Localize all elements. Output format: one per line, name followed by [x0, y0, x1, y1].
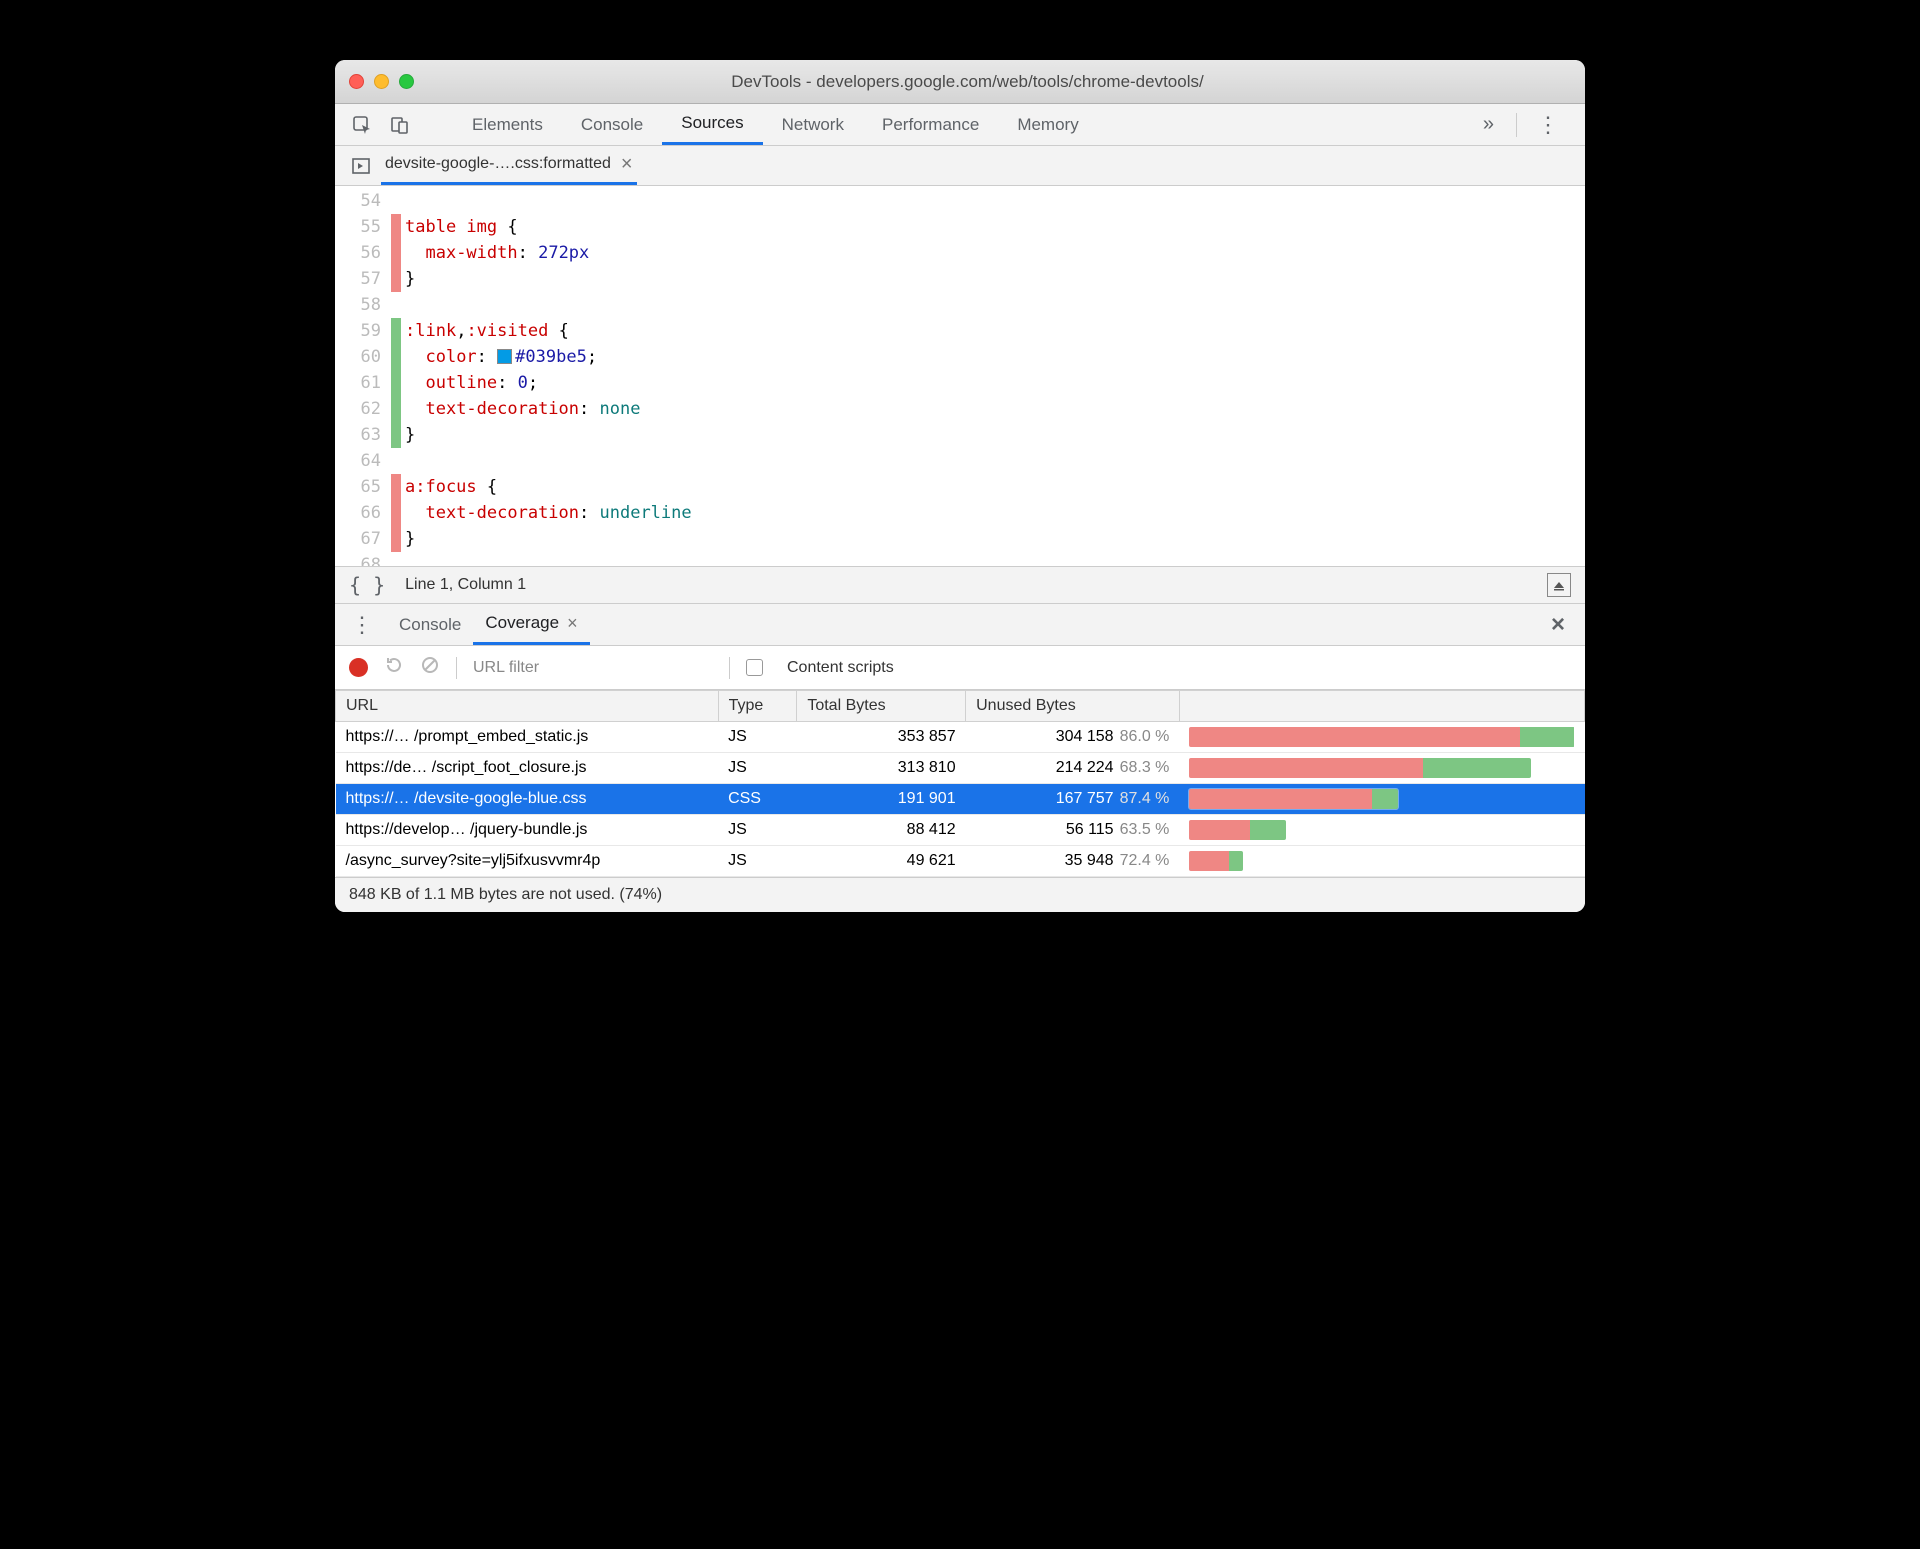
code-editor[interactable]: 545556575859606162636465666768 table img… [335, 186, 1585, 566]
drawer-tab-coverage[interactable]: Coverage× [473, 604, 589, 645]
inspect-icon[interactable] [347, 110, 377, 140]
cell-url: /async_survey?site=ylj5ifxusvvmr4p [336, 846, 719, 877]
drawer-tab-console[interactable]: Console [387, 604, 473, 645]
cell-unused: 35 94872.4 % [966, 846, 1180, 877]
record-button[interactable] [349, 658, 368, 677]
cell-url: https://… /devsite-google-blue.css [336, 784, 719, 815]
table-row[interactable]: https://… /devsite-google-blue.cssCSS191… [336, 784, 1585, 815]
file-tab-bar: devsite-google-….css:formatted × [335, 146, 1585, 186]
cell-type: CSS [718, 784, 797, 815]
coverage-table: URL Type Total Bytes Unused Bytes https:… [335, 690, 1585, 877]
sidebar-toggle-icon[interactable] [1547, 573, 1571, 597]
col-type[interactable]: Type [718, 691, 797, 722]
table-row[interactable]: /async_survey?site=ylj5ifxusvvmr4pJS49 6… [336, 846, 1585, 877]
cell-url: https://develop… /jquery-bundle.js [336, 815, 719, 846]
cell-bar [1179, 722, 1584, 753]
tab-elements[interactable]: Elements [453, 104, 562, 145]
col-total[interactable]: Total Bytes [797, 691, 966, 722]
cell-type: JS [718, 753, 797, 784]
cell-bar [1179, 784, 1584, 815]
col-unused[interactable]: Unused Bytes [966, 691, 1180, 722]
coverage-footer: 848 KB of 1.1 MB bytes are not used. (74… [335, 877, 1585, 912]
cell-total: 88 412 [797, 815, 966, 846]
divider [456, 657, 457, 679]
main-toolbar: ElementsConsoleSourcesNetworkPerformance… [335, 104, 1585, 146]
coverage-gutter [391, 186, 401, 566]
cell-url: https://de… /script_foot_closure.js [336, 753, 719, 784]
col-url[interactable]: URL [336, 691, 719, 722]
close-icon[interactable]: × [567, 613, 578, 634]
close-icon[interactable] [349, 74, 364, 89]
drawer-menu-icon[interactable]: ⋮ [345, 612, 387, 638]
cell-type: JS [718, 722, 797, 753]
pretty-print-icon[interactable]: { } [349, 573, 385, 597]
drawer-tab-bar: ⋮ ConsoleCoverage× × [335, 604, 1585, 646]
drawer-close-icon[interactable]: × [1541, 611, 1575, 639]
table-row[interactable]: https://de… /script_foot_closure.jsJS313… [336, 753, 1585, 784]
file-tab-label: devsite-google-….css:formatted [385, 155, 611, 173]
cell-type: JS [718, 815, 797, 846]
device-toggle-icon[interactable] [385, 110, 415, 140]
cursor-position: Line 1, Column 1 [405, 576, 526, 594]
cell-unused: 167 75787.4 % [966, 784, 1180, 815]
reload-icon[interactable] [384, 655, 404, 681]
cell-type: JS [718, 846, 797, 877]
cell-total: 353 857 [797, 722, 966, 753]
table-row[interactable]: https://develop… /jquery-bundle.jsJS88 4… [336, 815, 1585, 846]
file-tab[interactable]: devsite-google-….css:formatted × [381, 146, 637, 185]
main-tabs: ElementsConsoleSourcesNetworkPerformance… [453, 104, 1467, 145]
more-tabs-icon[interactable]: » [1467, 113, 1510, 136]
cell-bar [1179, 846, 1584, 877]
table-row[interactable]: https://… /prompt_embed_static.jsJS353 8… [336, 722, 1585, 753]
line-gutter: 545556575859606162636465666768 [335, 186, 391, 566]
col-bar[interactable] [1179, 691, 1584, 722]
editor-statusbar: { } Line 1, Column 1 [335, 566, 1585, 604]
cell-bar [1179, 753, 1584, 784]
divider [729, 657, 730, 679]
content-scripts-checkbox[interactable] [746, 659, 763, 676]
minimize-icon[interactable] [374, 74, 389, 89]
clear-icon[interactable] [420, 655, 440, 681]
tab-console[interactable]: Console [562, 104, 662, 145]
close-icon[interactable]: × [621, 153, 633, 176]
window-title: DevTools - developers.google.com/web/too… [414, 72, 1571, 92]
kebab-menu-icon[interactable]: ⋮ [1523, 112, 1573, 138]
url-filter-input[interactable]: URL filter [473, 659, 713, 677]
cell-unused: 304 15886.0 % [966, 722, 1180, 753]
content-scripts-label: Content scripts [787, 659, 894, 677]
tab-performance[interactable]: Performance [863, 104, 998, 145]
cell-total: 49 621 [797, 846, 966, 877]
tab-memory[interactable]: Memory [998, 104, 1097, 145]
navigator-toggle-icon[interactable] [349, 154, 373, 178]
maximize-icon[interactable] [399, 74, 414, 89]
code-lines[interactable]: table img { max-width: 272px} :link,:vis… [401, 186, 692, 566]
tab-network[interactable]: Network [763, 104, 863, 145]
cell-total: 313 810 [797, 753, 966, 784]
cell-bar [1179, 815, 1584, 846]
cell-unused: 56 11563.5 % [966, 815, 1180, 846]
cell-total: 191 901 [797, 784, 966, 815]
coverage-toolbar: URL filter Content scripts [335, 646, 1585, 690]
traffic-lights [349, 74, 414, 89]
devtools-window: DevTools - developers.google.com/web/too… [335, 60, 1585, 912]
tab-sources[interactable]: Sources [662, 104, 762, 145]
cell-unused: 214 22468.3 % [966, 753, 1180, 784]
titlebar: DevTools - developers.google.com/web/too… [335, 60, 1585, 104]
cell-url: https://… /prompt_embed_static.js [336, 722, 719, 753]
